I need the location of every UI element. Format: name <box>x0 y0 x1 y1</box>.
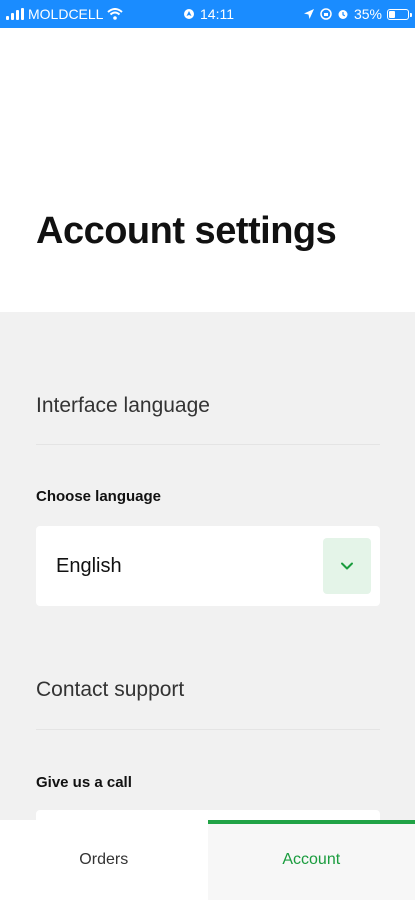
status-right: 35% <box>303 0 412 28</box>
signal-icon <box>6 8 24 20</box>
chevron-down-icon <box>341 562 353 570</box>
battery-percent: 35% <box>353 6 382 22</box>
give-us-a-call-label: Give us a call <box>36 774 132 791</box>
page-title: Account settings <box>36 210 337 252</box>
interface-language-title: Interface language <box>36 394 210 417</box>
tab-orders-label: Orders <box>79 851 129 868</box>
active-tab-indicator <box>207 820 415 824</box>
wifi-icon <box>107 8 124 20</box>
location-arrow-icon <box>303 9 314 19</box>
section-divider <box>36 729 380 730</box>
battery-icon <box>387 8 412 20</box>
sync-icon <box>184 9 194 19</box>
settings-content: Interface language Choose language Engli… <box>0 312 415 830</box>
orientation-lock-icon <box>320 8 332 20</box>
language-select-value: English <box>56 555 122 577</box>
choose-language-label: Choose language <box>36 488 162 505</box>
page-header: Account settings <box>0 28 415 312</box>
tab-account[interactable]: Account <box>207 820 415 900</box>
status-center: 14:11 <box>183 0 234 28</box>
contact-support-title: Contact support <box>36 678 185 701</box>
carrier-name: MOLDCELL <box>28 6 104 22</box>
tab-orders[interactable]: Orders <box>0 820 208 900</box>
app-screen: MOLDCELL 14:11 35% Account settings Inte… <box>0 0 415 900</box>
bottom-nav: Orders Account <box>0 820 415 900</box>
section-divider <box>36 444 380 445</box>
language-dropdown-button[interactable] <box>323 538 371 594</box>
battery-level <box>389 10 396 18</box>
status-left: MOLDCELL <box>6 0 124 28</box>
alarm-icon <box>338 10 348 19</box>
tab-account-label: Account <box>282 851 341 868</box>
status-bar: MOLDCELL 14:11 35% <box>0 0 415 28</box>
clock: 14:11 <box>200 6 234 22</box>
language-select[interactable]: English <box>36 526 380 606</box>
